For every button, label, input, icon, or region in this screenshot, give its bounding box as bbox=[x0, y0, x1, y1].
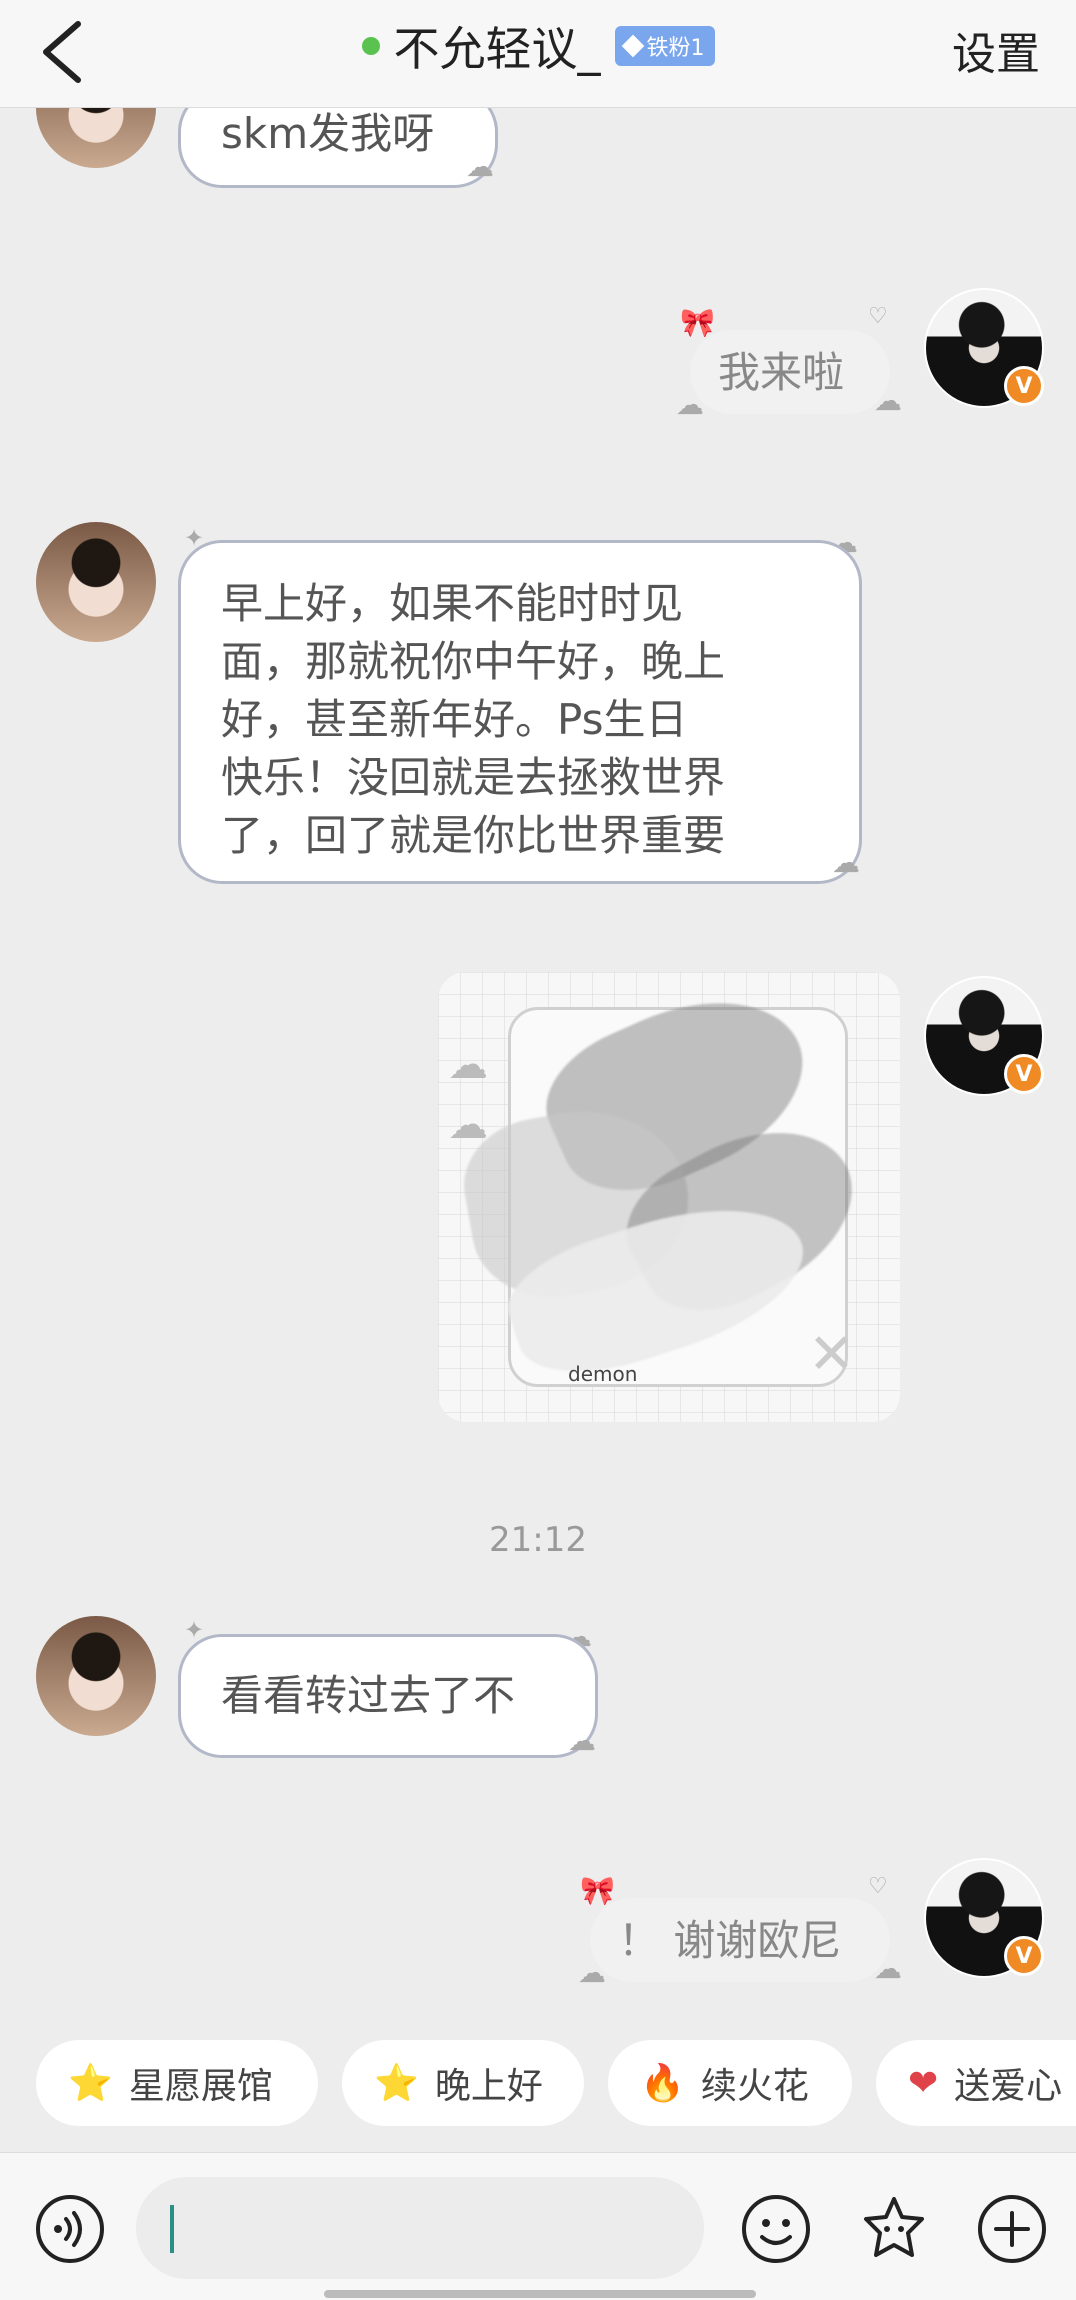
incoming-message-bubble[interactable]: 早上好，如果不能时时见 面，那就祝你中午好，晚上 好，甚至新年好。Ps生日 快乐… bbox=[178, 540, 862, 884]
message-text: ！ 谢谢欧尼 bbox=[618, 1916, 842, 1965]
fire-icon: 🔥 bbox=[640, 2063, 685, 2104]
quick-reply-label: 续火花 bbox=[700, 2066, 809, 2107]
outgoing-message-bubble[interactable]: ！ 谢谢欧尼 bbox=[590, 1898, 890, 1982]
chat-title[interactable]: 不允轻议_ bbox=[394, 13, 601, 79]
ribbon-icon: 🎀 bbox=[680, 306, 715, 339]
incoming-message-bubble[interactable]: 看看转过去了不 bbox=[178, 1634, 598, 1758]
fan-badge[interactable]: 铁粉1 bbox=[614, 26, 715, 66]
quick-reply-label: 星愿展馆 bbox=[128, 2066, 273, 2107]
verified-mark: V bbox=[1015, 1061, 1033, 1087]
timestamp: 21:12 bbox=[489, 1520, 587, 1560]
fan-badge-label: 铁粉1 bbox=[646, 36, 705, 61]
star-face-icon: ⭐ bbox=[374, 2063, 419, 2104]
sticker-icon[interactable] bbox=[858, 2193, 930, 2265]
message-line: 早上好，如果不能时时见 bbox=[221, 579, 684, 628]
message-line: 好，甚至新年好。Ps生日 bbox=[221, 695, 688, 744]
verified-mark: V bbox=[1015, 373, 1033, 399]
message-line: 了，回了就是你比世界重要 bbox=[221, 811, 726, 860]
sticker-caption: demon bbox=[568, 1362, 638, 1386]
quick-reply-bar: ⭐ 星愿展馆 ⭐ 晚上好 🔥 续火花 ❤ 送爱心 bbox=[0, 2040, 1076, 2130]
message-text: skm发我呀 bbox=[221, 109, 435, 158]
quick-reply-chip[interactable]: ❤ 送爱心 bbox=[876, 2040, 1076, 2126]
heart-deco-icon: ♡ bbox=[868, 304, 888, 329]
quick-reply-chip[interactable]: ⭐ 星愿展馆 bbox=[36, 2040, 318, 2126]
diamond-icon bbox=[621, 34, 644, 58]
verified-badge-icon: V bbox=[1004, 366, 1044, 406]
heart-deco-icon: ♡ bbox=[868, 1874, 888, 1899]
verified-badge-icon: V bbox=[1004, 1936, 1044, 1976]
sticker-image[interactable]: ☁ ☁ ✕ demon bbox=[438, 972, 900, 1422]
chat-title-area: 不允轻议_ 铁粉1 bbox=[0, 14, 1076, 78]
quick-reply-chip[interactable]: 🔥 续火花 bbox=[608, 2040, 852, 2126]
message-text: 我来啦 bbox=[718, 348, 845, 397]
cloud-deco-icon: ☁ bbox=[676, 388, 704, 421]
heart-icon: ❤ bbox=[908, 2062, 939, 2104]
cloud-deco-icon: ☁ bbox=[448, 1042, 488, 1088]
input-bar bbox=[0, 2152, 1076, 2300]
contact-avatar[interactable] bbox=[36, 522, 156, 642]
quick-reply-label: 送爱心 bbox=[954, 2066, 1063, 2107]
cloud-sticker-icon: ☁ bbox=[568, 1724, 596, 1757]
emoji-icon[interactable] bbox=[740, 2193, 812, 2265]
text-cursor bbox=[170, 2205, 174, 2253]
chat-header: 不允轻议_ 铁粉1 设置 bbox=[0, 0, 1076, 108]
cloud-deco-icon: ☁ bbox=[578, 1956, 606, 1989]
bandage-icon: ✕ bbox=[808, 1322, 855, 1387]
cloud-deco-icon: ☁ bbox=[448, 1102, 488, 1148]
online-status-dot bbox=[361, 37, 380, 55]
message-line: 面，那就祝你中午好，晚上 bbox=[221, 637, 726, 686]
voice-icon[interactable] bbox=[34, 2193, 106, 2265]
contact-avatar[interactable] bbox=[36, 1616, 156, 1736]
ribbon-icon: 🎀 bbox=[580, 1874, 615, 1907]
message-line: 快乐！没回就是去拯救世界 bbox=[221, 753, 726, 802]
home-indicator bbox=[324, 2290, 756, 2298]
quick-reply-chip[interactable]: ⭐ 晚上好 bbox=[342, 2040, 584, 2126]
verified-badge-icon: V bbox=[1004, 1054, 1044, 1094]
message-input[interactable] bbox=[136, 2177, 704, 2279]
cloud-sticker-icon: ☁ bbox=[832, 846, 860, 879]
star-face-icon: ⭐ bbox=[68, 2063, 113, 2104]
outgoing-message-bubble[interactable]: 我来啦 bbox=[690, 330, 890, 414]
verified-mark: V bbox=[1015, 1943, 1033, 1969]
settings-button[interactable]: 设置 bbox=[952, 18, 1040, 82]
cloud-deco-icon: ☁ bbox=[874, 384, 902, 417]
cloud-sticker-icon: ☁ bbox=[466, 150, 494, 183]
plus-icon[interactable] bbox=[976, 2193, 1048, 2265]
cloud-deco-icon: ☁ bbox=[874, 1952, 902, 1985]
message-text: 看看转过去了不 bbox=[221, 1671, 516, 1720]
quick-reply-label: 晚上好 bbox=[434, 2066, 543, 2107]
